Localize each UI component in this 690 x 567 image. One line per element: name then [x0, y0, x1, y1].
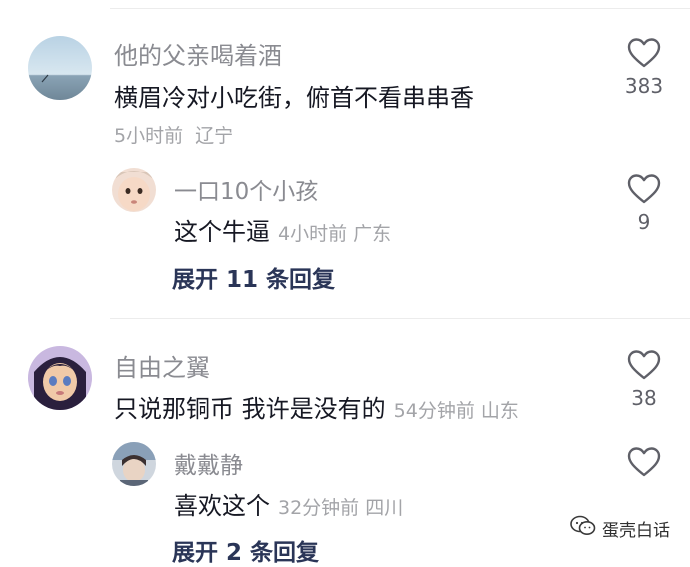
reply-text: 喜欢这个	[174, 492, 270, 520]
like-button[interactable]: 383	[614, 38, 674, 98]
comment-text: 只说那铜币 我许是没有的	[114, 395, 386, 423]
like-button[interactable]	[614, 447, 674, 477]
avatar[interactable]	[112, 442, 156, 486]
reply-time: 4小时前	[278, 223, 348, 245]
comment-location: 山东	[480, 400, 519, 422]
watermark: 蛋壳白话	[570, 515, 670, 542]
heart-outline-icon	[614, 38, 674, 68]
reply-text-line: 喜欢这个 32分钟前 四川	[174, 486, 403, 521]
avatar[interactable]	[28, 36, 92, 100]
reply-username[interactable]: 戴戴静	[174, 446, 243, 480]
like-button[interactable]: 38	[614, 350, 674, 410]
avatar[interactable]	[112, 168, 156, 212]
like-count: 9	[637, 210, 651, 234]
expand-replies-button[interactable]: 展开 11 条回复	[172, 260, 335, 294]
comment-username[interactable]: 自由之翼	[114, 348, 210, 383]
comment-username[interactable]: 他的父亲喝着酒	[114, 36, 282, 71]
heart-outline-icon	[614, 174, 674, 204]
watermark-text: 蛋壳白话	[602, 521, 670, 541]
comment-location: 辽宁	[195, 125, 234, 147]
heart-outline-icon	[614, 350, 674, 380]
avatar[interactable]	[28, 346, 92, 410]
reply-time: 32分钟前	[278, 497, 360, 519]
top-divider	[110, 8, 690, 9]
reply-location: 四川	[365, 497, 404, 519]
like-count: 38	[631, 386, 657, 410]
like-button[interactable]: 9	[614, 174, 674, 234]
comment-time: 54分钟前	[393, 400, 475, 422]
reply-location: 广东	[353, 223, 392, 245]
comment-time: 5小时前	[114, 125, 184, 147]
like-count: 383	[624, 74, 664, 98]
comment-text: 横眉冷对小吃街，俯首不看串串香	[114, 84, 474, 112]
heart-outline-icon	[614, 447, 674, 477]
reply-text-line: 这个牛逼 4小时前 广东	[174, 212, 391, 247]
comment-divider	[110, 318, 690, 319]
comment-meta: 5小时前 辽宁	[114, 121, 233, 148]
wechat-icon	[570, 515, 596, 542]
comment-text-line: 只说那铜币 我许是没有的 54分钟前 山东	[114, 389, 519, 424]
reply-text: 这个牛逼	[174, 218, 270, 246]
reply-username[interactable]: 一口10个小孩	[174, 172, 318, 206]
